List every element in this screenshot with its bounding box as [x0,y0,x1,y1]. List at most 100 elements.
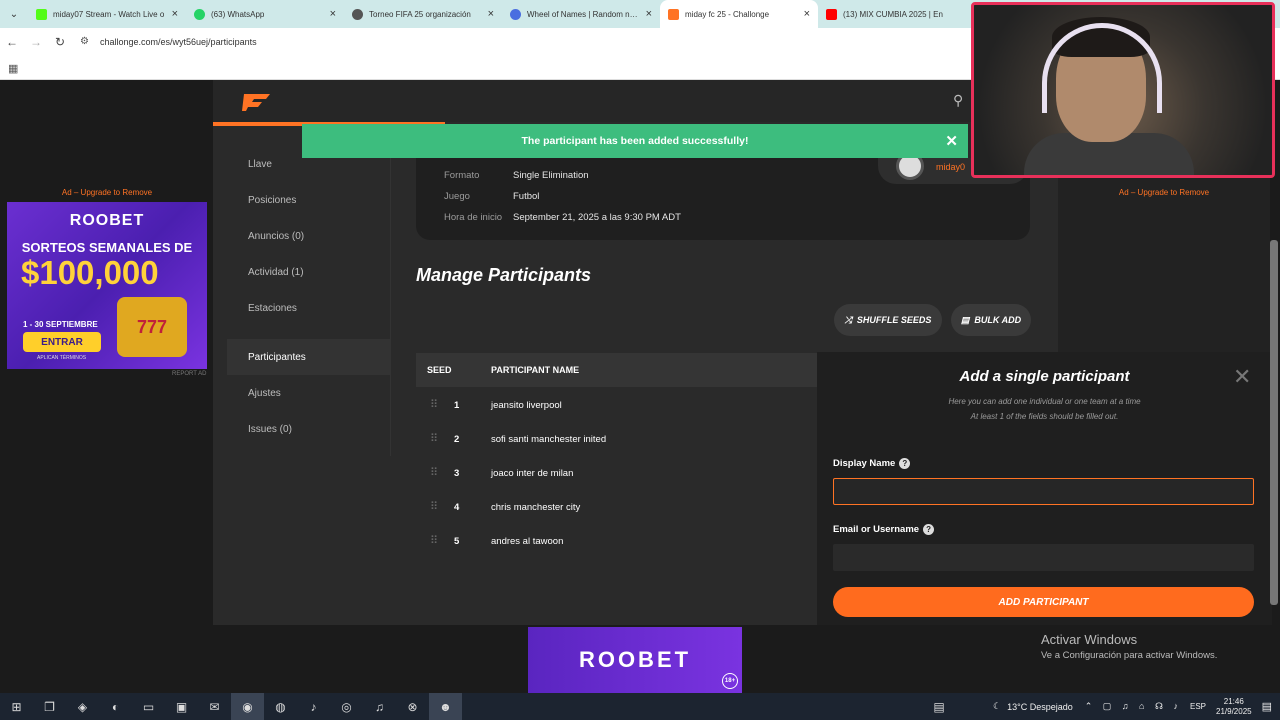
sidebar-item-estaciones[interactable]: Estaciones [227,290,390,326]
panel-subtitle: At least 1 of the fields should be fille… [970,412,1119,421]
help-icon[interactable]: ? [899,458,911,469]
sidebar-item-posiciones[interactable]: Posiciones [227,182,390,218]
tab-title: Wheel of Names | Random nam [527,9,640,19]
seed-number: 4 [454,502,460,513]
drag-handle-icon[interactable]: ⠿ [430,500,438,513]
sidebar-item-issues[interactable]: Issues (0) [227,411,390,447]
ad-cta-button[interactable]: ENTRAR [23,332,101,352]
sidebar-item-ajustes[interactable]: Ajustes [227,375,390,411]
tab-whatsapp[interactable]: (63) WhatsApp × [186,0,344,28]
chrome-icon[interactable]: ◉ [231,693,264,720]
close-icon[interactable]: × [172,8,178,20]
tab-wheel[interactable]: Wheel of Names | Random nam × [502,0,660,28]
table-row[interactable]: ⠿ 5 andres al tawoon [416,524,818,558]
add-participant-button[interactable]: ADD PARTICIPANT [833,587,1254,617]
site-icon [352,8,363,20]
weather-text: 13°C Despejado [1007,701,1073,712]
notes-icon[interactable]: ▤ [925,693,953,720]
toast-message: The participant has been added successfu… [521,135,749,147]
sidebar-item-actividad[interactable]: Actividad (1) [227,254,390,290]
success-toast: The participant has been added successfu… [302,124,968,158]
xbox-icon[interactable]: ⊗ [396,693,429,720]
close-icon[interactable]: ✕ [1233,364,1251,390]
mail-icon[interactable]: ✉ [198,693,231,720]
host-name: miday0 [936,162,966,172]
copilot-icon[interactable]: ◈ [66,693,99,720]
seed-number: 1 [454,400,460,411]
page-title: Manage Participants [416,265,592,285]
file-explorer-icon[interactable]: ▭ [132,693,165,720]
table-row[interactable]: ⠿ 3 joaco inter de milan [416,456,818,490]
button-label: BULK ADD [974,315,1022,325]
report-ad-link[interactable]: REPORT AD [172,371,206,377]
youtube-icon [826,8,837,20]
tab-youtube[interactable]: (13) MIX CUMBIA 2025 | En [818,0,976,28]
language-indicator[interactable]: ESP [1190,702,1206,711]
table-row[interactable]: ⠿ 2 sofi santi manchester inited [416,422,818,456]
drag-handle-icon[interactable]: ⠿ [430,432,438,445]
tab-challonge[interactable]: miday fc 25 - Challonge × [660,0,818,28]
table-row[interactable]: ⠿ 1 jeansito liverpool [416,388,818,422]
notifications-icon[interactable]: ▤ [1262,700,1272,713]
roobet-ad[interactable]: ROOBET SORTEOS SEMANALES DE $100,000 777… [7,202,207,369]
windows-start-icon[interactable]: ⊞ [0,693,33,720]
close-icon[interactable]: × [804,8,810,20]
back-icon[interactable]: ← [0,35,24,49]
drag-handle-icon[interactable]: ⠿ [430,398,438,411]
display-name-input[interactable] [833,478,1254,505]
weather-widget[interactable]: ☾ 13°C Despejado [993,701,1073,712]
close-icon[interactable]: × [330,8,336,20]
info-label: Hora de inicio [444,212,503,223]
button-label: ADD PARTICIPANT [998,596,1089,608]
clock[interactable]: 21:46 21/9/2025 [1216,697,1252,717]
url-field[interactable]: ⚙ challonge.com/es/wyt56uej/participants [80,32,257,52]
tray-icons[interactable]: ⌃ ▢ ♫ ⌂ ☊ ♪ [1085,701,1182,712]
forward-icon[interactable]: → [24,35,48,49]
roobet-bottom-ad[interactable]: ROOBET 18+ [528,627,742,693]
seed-number: 3 [454,468,460,479]
tiktok-icon[interactable]: ♪ [297,693,330,720]
steam-icon[interactable]: ◍ [264,693,297,720]
drag-handle-icon[interactable]: ⠿ [430,534,438,547]
close-icon[interactable]: × [488,8,494,20]
ad-upgrade-link[interactable]: Ad – Upgrade to Remove [7,188,207,197]
search-icon[interactable]: ⚲ [953,92,963,109]
tab-torneo[interactable]: Torneo FIFA 25 organización × [344,0,502,28]
challonge-topnav [213,80,1058,122]
info-value: Futbol [513,191,540,202]
ad-upgrade-link[interactable]: Ad – Upgrade to Remove [1064,188,1264,197]
discord-icon[interactable]: ☻ [429,693,462,720]
close-icon[interactable]: × [646,8,652,20]
page-scrollbar[interactable] [1270,240,1278,605]
shuffle-icon: ⤮ [844,314,852,325]
table-row[interactable]: ⠿ 4 chris manchester city [416,490,818,524]
reload-icon[interactable]: ↻ [48,35,72,49]
drag-handle-icon[interactable]: ⠿ [430,466,438,479]
sidebar-item-participantes[interactable]: Participantes [227,339,390,375]
challonge-logo-icon[interactable] [240,90,274,114]
windows-activation-watermark: Activar Windows Ve a Configuración para … [1041,632,1217,661]
tiktok-studio-icon[interactable]: ♫ [363,693,396,720]
info-value: September 21, 2025 a las 9:30 PM ADT [513,212,681,223]
site-info-icon[interactable]: ⚙ [80,36,94,48]
help-icon[interactable]: ? [923,524,935,535]
sidebar-item-label: Actividad (1) [248,266,304,278]
close-icon[interactable]: ✕ [945,132,958,150]
label-text: Display Name [833,458,896,469]
obs-icon[interactable]: ◎ [330,693,363,720]
bulk-add-button[interactable]: ▤ BULK ADD [951,304,1031,336]
apps-grid-icon[interactable]: ▦ [8,62,18,75]
store-icon[interactable]: ▣ [165,693,198,720]
tab-title: (13) MIX CUMBIA 2025 | En [843,9,943,19]
panel-title: Add a single participant [959,368,1130,385]
email-input[interactable] [833,544,1254,571]
tab-kick[interactable]: miday07 Stream - Watch Live o × [28,0,186,28]
tab-search-icon[interactable]: ⌄ [0,0,28,28]
sidebar-item-anuncios[interactable]: Anuncios (0) [227,218,390,254]
edge-icon[interactable]: ◐ [99,693,132,720]
column-header-seed: SEED [427,365,452,375]
participants-table-header: SEED PARTICIPANT NAME [416,353,818,387]
task-view-icon[interactable]: ❐ [33,693,66,720]
ad-dates: 1 - 30 SEPTIEMBRE [23,320,98,329]
shuffle-seeds-button[interactable]: ⤮ SHUFFLE SEEDS [834,304,942,336]
